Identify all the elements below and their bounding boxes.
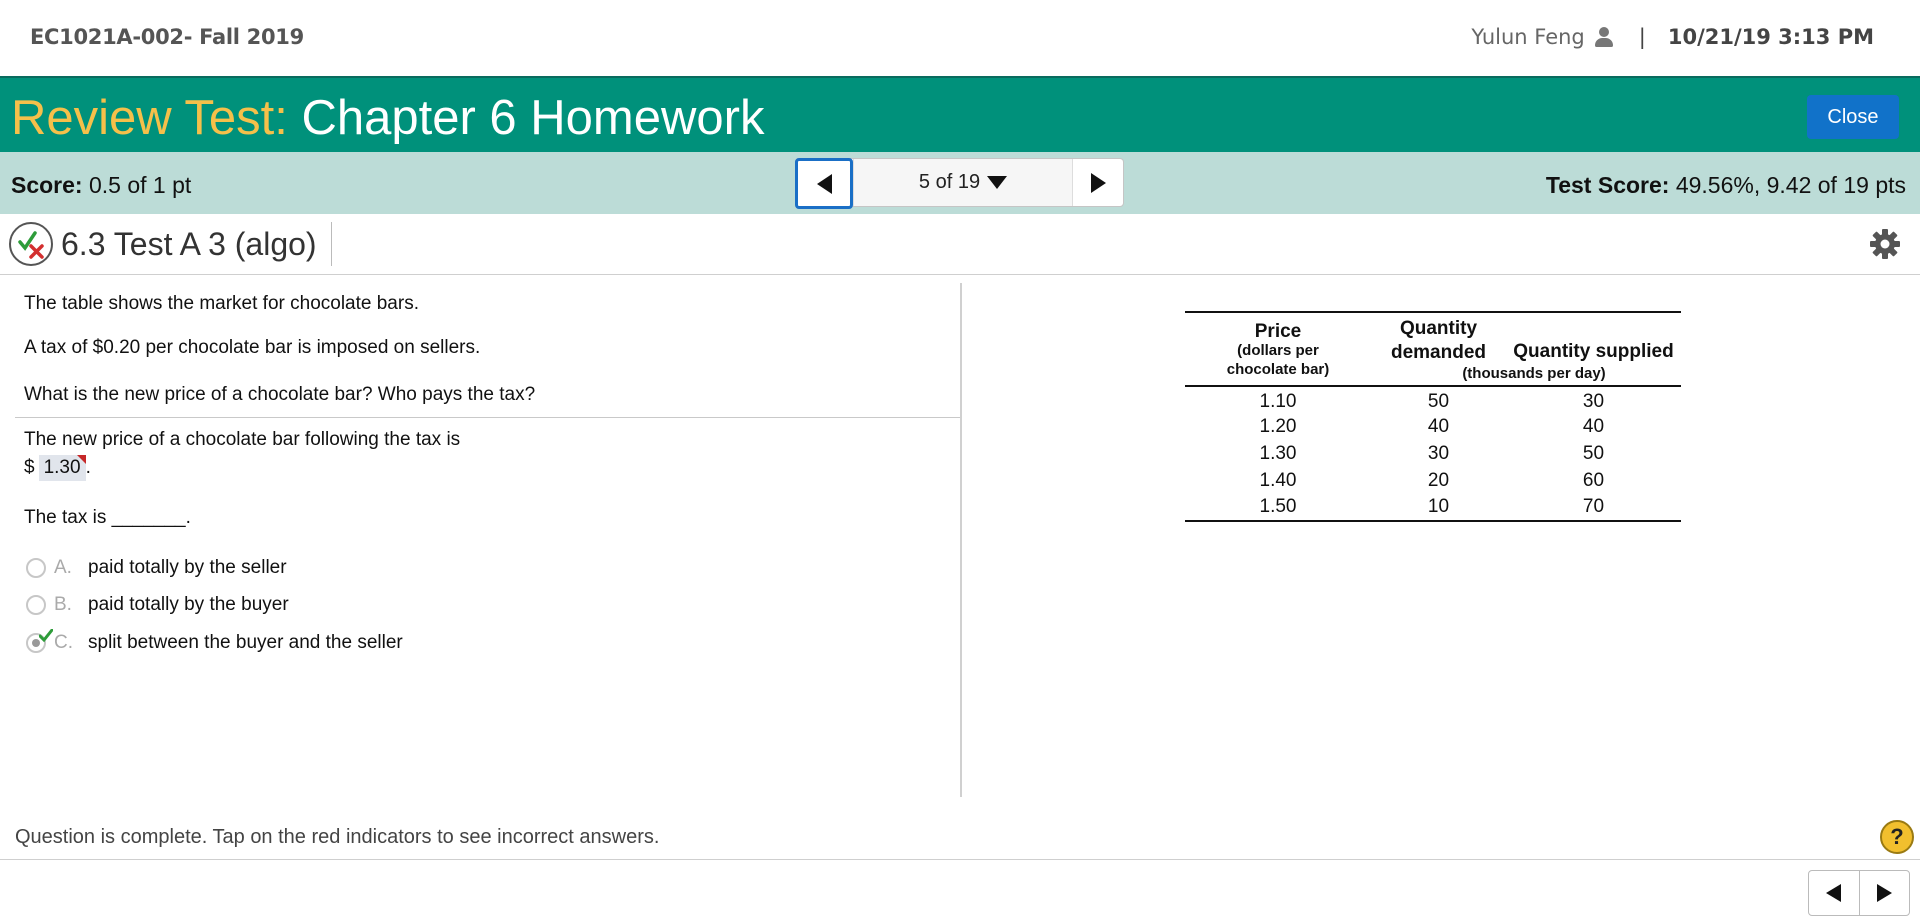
- choice-letter: B.: [54, 594, 72, 615]
- choice-text: paid totally by the seller: [88, 557, 287, 578]
- question-intro-2: A tax of $0.20 per chocolate bar is impo…: [24, 337, 481, 358]
- header-divider: [331, 222, 332, 266]
- table-row: 1.30 30 50: [1185, 440, 1681, 467]
- quantity-supplied-cell: 30: [1582, 391, 1605, 412]
- choice-letter: A.: [54, 557, 72, 578]
- gear-icon[interactable]: [1868, 227, 1902, 261]
- quantity-demanded-cell: 20: [1427, 469, 1450, 491]
- price-units-header: (dollars per chocolate bar): [1185, 342, 1371, 386]
- question-select-dropdown[interactable]: 5 of 19: [853, 159, 1073, 206]
- table-row: 1.20 40 40: [1185, 413, 1681, 440]
- status-message: Question is complete. Tap on the red ind…: [15, 826, 660, 848]
- arrow-right-icon: [1090, 172, 1106, 193]
- answer-suffix: .: [85, 457, 91, 478]
- table-row: 1.10 50 30: [1185, 386, 1681, 413]
- market-data-table: Price Quantity demanded Quantity supplie…: [1185, 311, 1681, 523]
- question-divider: [15, 417, 961, 418]
- choice-text: split between the buyer and the seller: [88, 632, 403, 653]
- user-area: Yulun Feng | 10/21/19 3:13 PM: [1471, 25, 1874, 49]
- qd-header-bottom: demanded: [1390, 342, 1487, 363]
- price-cell: 1.50: [1259, 496, 1297, 517]
- top-bar: EC1021A-002- Fall 2019 Yulun Feng | 10/2…: [0, 0, 1920, 76]
- user-name: Yulun Feng: [1471, 25, 1585, 49]
- correct-check-icon: [39, 629, 53, 643]
- radio-c[interactable]: [26, 629, 53, 653]
- test-score-value: 49.56%, 9.42 of 19 pts: [1669, 172, 1906, 198]
- arrow-left-icon: [816, 173, 832, 194]
- price-cell: 1.20: [1259, 415, 1297, 437]
- quantity-demanded-header: Quantity demanded: [1371, 312, 1506, 365]
- partial-credit-icon: [9, 222, 53, 266]
- quantity-units-header: (thousands per day): [1371, 365, 1681, 386]
- part2-prompt: The tax is _______.: [24, 507, 191, 528]
- question-intro-1: The table shows the market for chocolate…: [24, 293, 419, 314]
- footer-next-button[interactable]: [1860, 871, 1910, 915]
- question-title: 6.3 Test A 3 (algo): [61, 226, 317, 262]
- choice-a[interactable]: A. paid totally by the seller: [26, 557, 287, 579]
- help-icon[interactable]: ?: [1880, 820, 1914, 854]
- caret-down-icon: [987, 176, 1008, 189]
- price-cell: 1.10: [1259, 391, 1297, 412]
- page-title: Review Test: Chapter 6 Homework: [11, 90, 764, 146]
- answer-input[interactable]: 1.30: [38, 455, 86, 481]
- choice-letter: C.: [54, 632, 73, 653]
- quantity-supplied-header: Quantity supplied: [1513, 341, 1674, 362]
- footer-divider: [0, 859, 1920, 860]
- score-bar: Score: 0.5 of 1 pt 5 of 19 Test Score: 4…: [0, 152, 1920, 214]
- question-navigator: 5 of 19: [795, 158, 1124, 209]
- qd-header-top: Quantity: [1399, 318, 1478, 339]
- part1-prompt: The new price of a chocolate bar followi…: [24, 429, 461, 450]
- user-icon: [1594, 27, 1613, 47]
- choice-text: paid totally by the buyer: [88, 594, 289, 615]
- radio-b[interactable]: [26, 595, 46, 615]
- score-label: Score:: [11, 172, 83, 198]
- footer-navigator: [1808, 870, 1910, 916]
- question-score: Score: 0.5 of 1 pt: [11, 172, 191, 199]
- next-question-button[interactable]: [1073, 159, 1123, 206]
- question-position: 5 of 19: [918, 171, 981, 193]
- footer-previous-button[interactable]: [1809, 871, 1860, 915]
- price-cell: 1.40: [1259, 469, 1297, 491]
- table-row: 1.50 10 70: [1185, 494, 1681, 521]
- quantity-demanded-cell: 50: [1427, 391, 1450, 412]
- quantity-units: (thousands per day): [1462, 365, 1606, 382]
- quantity-supplied-cell: 40: [1582, 415, 1605, 437]
- quantity-supplied-cell: 50: [1582, 442, 1605, 464]
- quantity-supplied-cell: 60: [1582, 469, 1605, 491]
- date-time: 10/21/19 3:13 PM: [1667, 25, 1874, 49]
- question-pane: The table shows the market for chocolate…: [0, 283, 961, 797]
- radio-a[interactable]: [26, 558, 46, 578]
- arrow-left-icon: [1826, 884, 1842, 902]
- table-body: 1.10 50 30 1.20 40 40 1.30 30 50 1.40 20 60 1.50 10 70: [1185, 386, 1681, 521]
- page-title-prefix: Review Test:: [11, 91, 288, 145]
- question-header: 6.3 Test A 3 (algo): [0, 214, 1920, 275]
- quantity-demanded-cell: 30: [1427, 442, 1450, 464]
- score-value: 0.5 of 1 pt: [82, 172, 192, 198]
- part1-answer-row: $1.30.: [24, 455, 91, 481]
- test-score: Test Score: 49.56%, 9.42 of 19 pts: [1546, 172, 1906, 199]
- choice-b[interactable]: B. paid totally by the buyer: [26, 594, 289, 616]
- choice-c[interactable]: C. split between the buyer and the selle…: [26, 629, 403, 654]
- arrow-right-icon: [1876, 884, 1892, 902]
- test-score-label: Test Score:: [1545, 172, 1670, 198]
- course-name: EC1021A-002- Fall 2019: [30, 25, 304, 49]
- price-cell: 1.30: [1259, 442, 1297, 464]
- page-title-name: Chapter 6 Homework: [287, 91, 765, 145]
- question-intro-3: What is the new price of a chocolate bar…: [24, 384, 536, 405]
- answer-value: 1.30: [43, 457, 81, 478]
- incorrect-indicator-icon[interactable]: [76, 455, 86, 464]
- pane-divider[interactable]: [960, 283, 962, 797]
- price-units: (dollars per chocolate bar): [1226, 342, 1330, 378]
- previous-question-button[interactable]: [795, 158, 853, 209]
- table-row: 1.40 20 60: [1185, 467, 1681, 494]
- quantity-demanded-cell: 10: [1427, 496, 1450, 517]
- quantity-demanded-cell: 40: [1427, 415, 1450, 437]
- close-button[interactable]: Close: [1807, 95, 1899, 139]
- separator: |: [1638, 25, 1646, 49]
- currency-symbol: $: [24, 457, 35, 478]
- price-header-label: Price: [1254, 321, 1302, 342]
- quantity-supplied-cell: 70: [1582, 496, 1605, 517]
- title-banner: Review Test: Chapter 6 Homework Close: [0, 76, 1920, 152]
